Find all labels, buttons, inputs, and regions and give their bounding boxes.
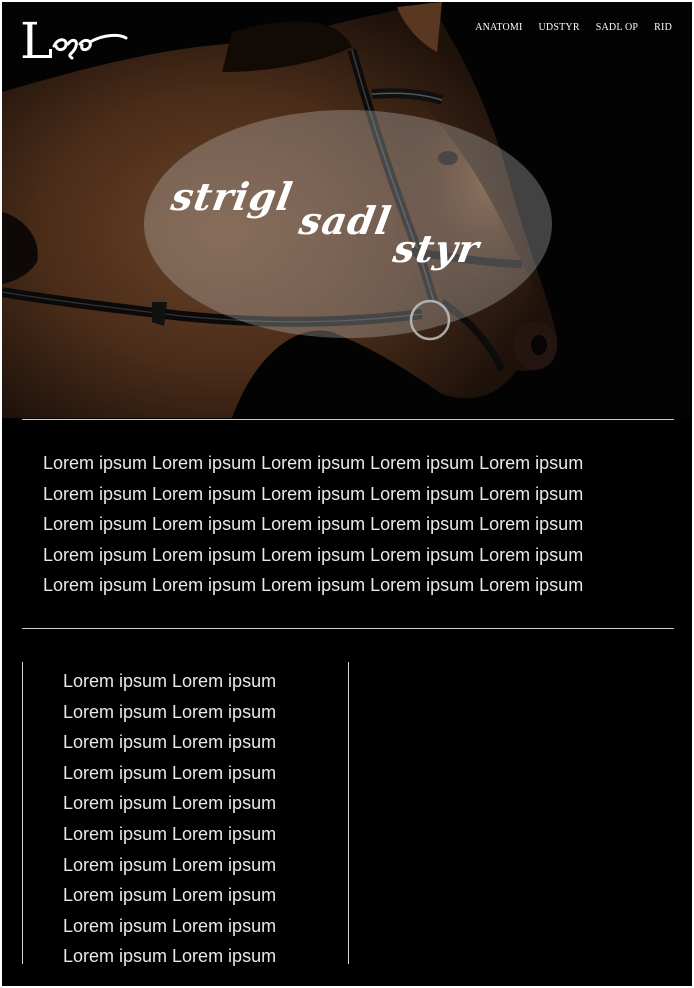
text-list: Lorem ipsum Lorem ipsum Lorem ipsum Lore… (63, 666, 276, 972)
paragraph-line: Lorem ipsum Lorem ipsum Lorem ipsum Lore… (43, 483, 584, 504)
paragraph-line: Lorem ipsum Lorem ipsum Lorem ipsum Lore… (43, 575, 584, 596)
nav-link-udstyr[interactable]: UDSTYR (539, 22, 580, 33)
svg-text:L: L (20, 12, 53, 66)
slogan-word-styr: styr (390, 226, 484, 271)
list-item: Lorem ipsum Lorem ipsum (63, 793, 277, 814)
page: L ANATOMI UDSTYR SADL OP RID strigl sadl… (2, 2, 692, 986)
divider (22, 419, 674, 420)
text-column: Lorem ipsum Lorem ipsum Lorem ipsum Lore… (22, 662, 349, 966)
nav-link-anatomi[interactable]: ANATOMI (475, 22, 522, 33)
nav-link-sadl-op[interactable]: SADL OP (596, 22, 638, 33)
list-item: Lorem ipsum Lorem ipsum (63, 671, 277, 691)
list-item: Lorem ipsum Lorem ipsum (63, 762, 277, 783)
list-item: Lorem ipsum Lorem ipsum (63, 701, 277, 722)
divider (22, 628, 674, 629)
slogan-word-sadl: sadl (296, 198, 395, 243)
list-item: Lorem ipsum Lorem ipsum (63, 885, 277, 906)
list-item: Lorem ipsum Lorem ipsum (63, 732, 277, 753)
slogan-word-strigl: strigl (168, 174, 297, 219)
list-item: Lorem ipsum Lorem ipsum (63, 915, 277, 936)
hero-section: L ANATOMI UDSTYR SADL OP RID strigl sadl… (2, 2, 692, 418)
list-item: Lorem ipsum Lorem ipsum (63, 823, 277, 844)
list-item: Lorem ipsum Lorem ipsum (63, 854, 277, 875)
paragraph-line: Lorem ipsum Lorem ipsum Lorem ipsum Lore… (43, 453, 584, 473)
intro-paragraph: Lorem ipsum Lorem ipsum Lorem ipsum Lore… (43, 448, 663, 601)
list-item: Lorem ipsum Lorem ipsum (63, 946, 277, 967)
logo-icon[interactable]: L (20, 10, 130, 66)
paragraph-line: Lorem ipsum Lorem ipsum Lorem ipsum Lore… (43, 544, 584, 565)
paragraph-line: Lorem ipsum Lorem ipsum Lorem ipsum Lore… (43, 514, 584, 535)
nav-link-rid[interactable]: RID (654, 22, 672, 33)
main-nav: ANATOMI UDSTYR SADL OP RID (475, 22, 672, 33)
